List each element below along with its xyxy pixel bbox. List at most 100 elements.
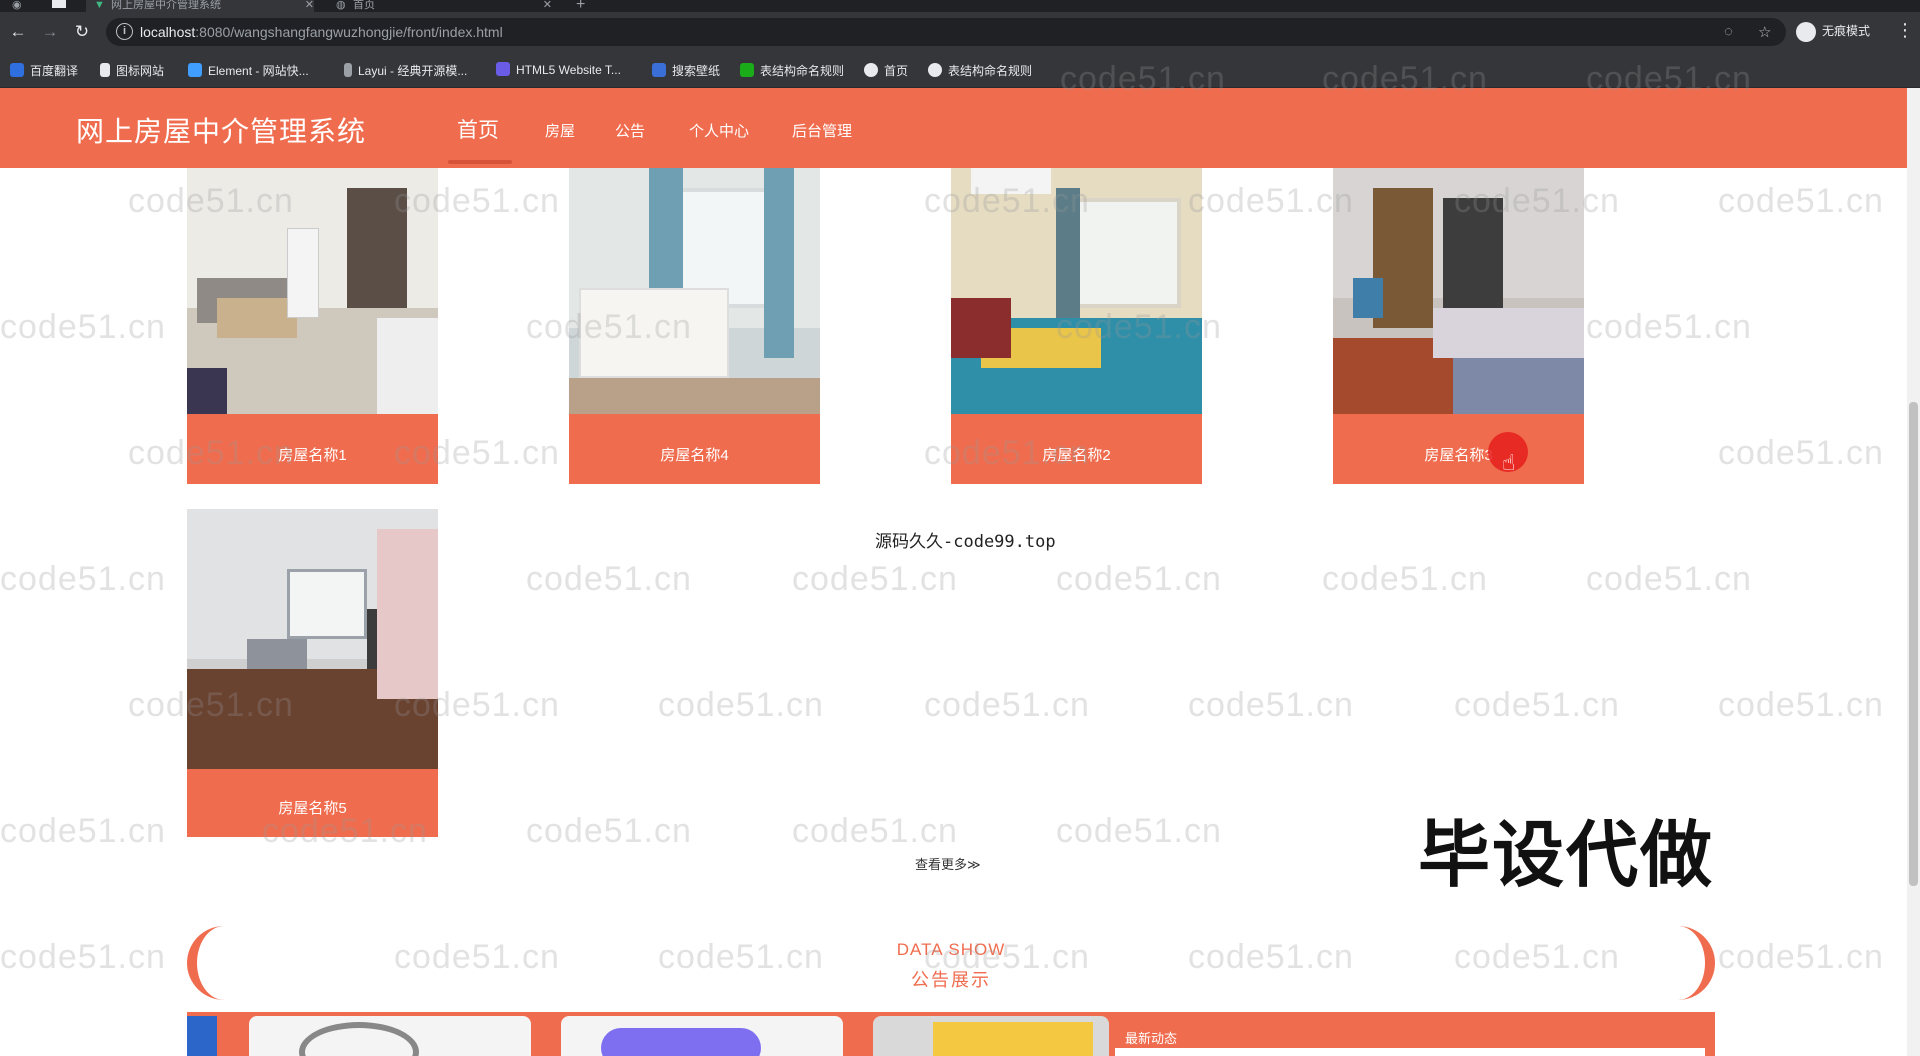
wallpaper-icon — [652, 63, 666, 77]
watermark-text: code51.cn — [792, 812, 958, 850]
watermark-text: code51.cn — [1718, 434, 1884, 472]
house-name: 房屋名称4 — [660, 447, 729, 464]
page-scrollbar-thumb[interactable] — [1909, 402, 1918, 886]
notice-thumbnail[interactable] — [873, 1016, 1109, 1056]
bookmark-item[interactable]: 搜索壁纸 — [652, 62, 720, 79]
eye-off-icon[interactable]: ◌ — [1724, 23, 1733, 40]
bookmark-favicon-icon — [10, 63, 24, 77]
house-photo — [187, 509, 438, 769]
source-overlay-text: 源码久久-code99.top — [875, 532, 1056, 552]
bookmark-item[interactable]: 表结构命名规则 — [928, 62, 1032, 79]
watermark-text: code51.cn — [1322, 560, 1488, 598]
bookmark-item[interactable]: HTML5 Website T... — [496, 62, 621, 77]
house-card[interactable]: 房屋名称3 — [1333, 168, 1584, 484]
address-bar[interactable]: i localhost:8080/wangshangfangwuzhongjie… — [106, 18, 1786, 46]
bookmark-item[interactable]: Layui - 经典开源模... — [344, 62, 467, 79]
watermark-text: code51.cn — [1718, 686, 1884, 724]
globe-icon — [928, 63, 942, 77]
bookmark-item[interactable]: Element - 网站快... — [188, 62, 309, 79]
nav-admin[interactable]: 后台管理 — [792, 120, 852, 141]
watermark-text: code51.cn — [0, 938, 166, 976]
watermark-text: code51.cn — [526, 812, 692, 850]
bookmark-item[interactable]: 首页 — [864, 62, 908, 79]
layui-logo-icon — [344, 63, 352, 77]
latest-news-title: 最新动态 — [1125, 1031, 1178, 1046]
nav-notices[interactable]: 公告 — [615, 120, 645, 141]
star-icon[interactable]: ☆ — [1758, 23, 1771, 41]
watermark-text: code51.cn — [1188, 686, 1354, 724]
nav-home[interactable]: 首页 — [457, 114, 499, 144]
browser-tab-strip: ◉ ▼ 网上房屋中介管理系统 ✕ ◍ 首页 ✕ + — [0, 0, 1920, 13]
house-photo — [187, 168, 438, 414]
house-name: 房屋名称2 — [1042, 447, 1111, 464]
chrome-logo-icon: ◉ — [12, 0, 22, 11]
nav-active-indicator — [448, 160, 512, 164]
tab-close-icon[interactable]: ✕ — [543, 0, 552, 11]
watermark-text: code51.cn — [924, 686, 1090, 724]
house-photo — [1333, 168, 1584, 414]
watermark-text: code51.cn — [1056, 560, 1222, 598]
flag-icon — [100, 63, 110, 77]
incognito-icon — [1796, 21, 1816, 42]
house-name: 房屋名称5 — [278, 800, 347, 817]
house-card[interactable]: 房屋名称4 — [569, 168, 820, 484]
html5-icon — [496, 62, 510, 76]
house-photo — [951, 168, 1202, 414]
table-icon — [740, 63, 754, 77]
watermark-text: code51.cn — [1188, 182, 1354, 220]
house-card[interactable]: 房屋名称1 — [187, 168, 438, 484]
watermark-text: code51.cn — [526, 560, 692, 598]
bookmarks-bar: 百度翻译 图标网站 Element - 网站快... Layui - 经典开源模… — [0, 52, 1920, 88]
house-card[interactable]: 房屋名称2 — [951, 168, 1202, 484]
element-logo-icon — [188, 63, 202, 77]
watermark-text: code51.cn — [0, 560, 166, 598]
watermark-text: code51.cn — [1718, 182, 1884, 220]
house-name: 房屋名称1 — [278, 447, 347, 464]
watermark-text: code51.cn — [1586, 308, 1752, 346]
data-show-banner: DATA SHOW 公告展示 — [187, 926, 1715, 1000]
banner-title-cn: 公告展示 — [911, 970, 991, 990]
browser-menu-icon[interactable]: ⋮ — [1896, 20, 1914, 41]
overlay-stamp-text: 毕设代做 — [1418, 816, 1715, 896]
watermark-text: code51.cn — [0, 308, 166, 346]
notice-thumb-edge — [187, 1016, 217, 1056]
notice-thumbnail[interactable] — [561, 1016, 843, 1056]
watermark-text: code51.cn — [1056, 812, 1222, 850]
watermark-text: code51.cn — [1454, 686, 1620, 724]
watermark-text: code51.cn — [1718, 938, 1884, 976]
globe-icon — [864, 63, 878, 77]
bookmark-item[interactable]: 图标网站 — [100, 62, 164, 79]
latest-news-list — [1115, 1048, 1705, 1056]
incognito-profile-button[interactable]: 无痕模式 — [1796, 19, 1870, 43]
site-info-icon[interactable]: i — [116, 23, 133, 40]
tab-close-icon[interactable]: ✕ — [305, 0, 314, 11]
window-icon — [52, 0, 66, 8]
banner-title-en: DATA SHOW — [896, 940, 1006, 959]
view-more-link[interactable]: 查看更多≫ — [915, 854, 981, 873]
vue-icon: ▼ — [94, 0, 105, 11]
tab-home[interactable]: ◍ 首页 ✕ — [330, 0, 552, 12]
reload-icon[interactable]: ↻ — [70, 20, 94, 44]
house-photo — [569, 168, 820, 414]
nav-personal-center[interactable]: 个人中心 — [689, 120, 749, 141]
bookmark-item[interactable]: 表结构命名规则 — [740, 62, 844, 79]
house-card[interactable]: 房屋名称5 — [187, 509, 438, 837]
notice-section: 最新动态 — [187, 1012, 1715, 1056]
forward-arrow-icon[interactable]: → — [38, 20, 62, 44]
house-name: 房屋名称3 — [1424, 447, 1493, 464]
nav-houses[interactable]: 房屋 — [545, 120, 575, 141]
back-arrow-icon[interactable]: ← — [6, 20, 30, 44]
bookmark-item[interactable]: 百度翻译 — [10, 62, 78, 79]
notice-thumbnail[interactable] — [249, 1016, 531, 1056]
url-text: localhost:8080/wangshangfangwuzhongjie/f… — [140, 24, 503, 40]
watermark-text: code51.cn — [1586, 560, 1752, 598]
globe-icon: ◍ — [336, 0, 346, 11]
site-title: 网上房屋中介管理系统 — [76, 116, 367, 147]
watermark-text: code51.cn — [792, 560, 958, 598]
watermark-text: code51.cn — [658, 686, 824, 724]
tab-admin-system[interactable]: ▼ 网上房屋中介管理系统 ✕ — [86, 0, 314, 12]
site-header: 网上房屋中介管理系统 首页 房屋 公告 个人中心 后台管理 — [0, 88, 1907, 168]
browser-toolbar: ← → ↻ i localhost:8080/wangshangfangwuzh… — [0, 12, 1920, 52]
hand-cursor-icon: ☝ — [1502, 450, 1516, 475]
watermark-text: code51.cn — [0, 812, 166, 850]
